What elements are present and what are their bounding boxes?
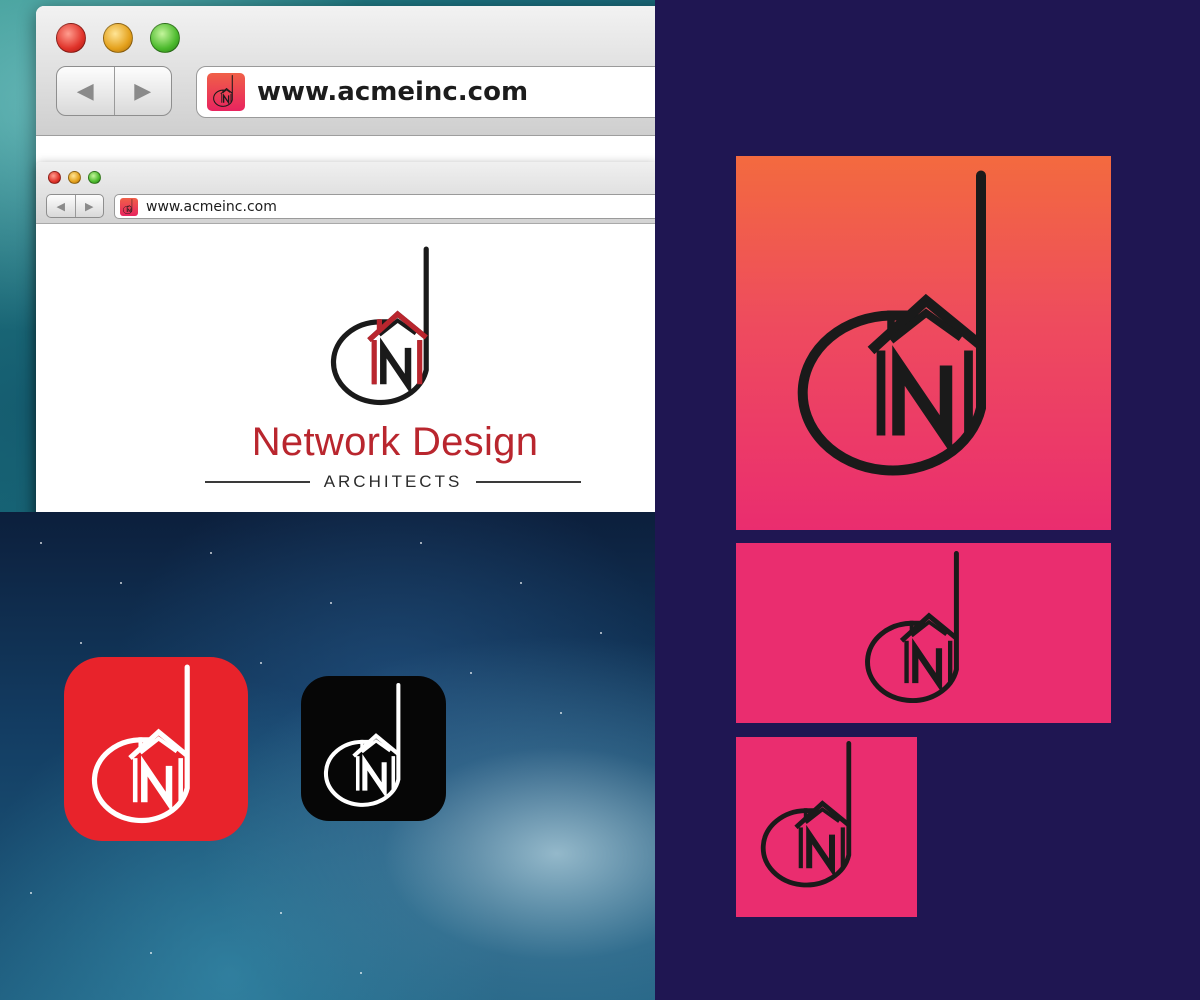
inner-url-text[interactable]: www.acmeinc.com: [146, 199, 277, 215]
inner-browser-toolbar: ◀ ▶ www.acmeinc.com: [36, 162, 655, 224]
inner-forward-arrow-icon[interactable]: ▶: [74, 195, 104, 217]
inner-favicon-icon: [120, 197, 138, 216]
brand-subtitle-text: ARCHITECTS: [323, 472, 463, 491]
url-text[interactable]: www.acmeinc.com: [257, 77, 528, 107]
dn-house-logo-icon: [211, 75, 241, 109]
inner-nav-buttons: ◀ ▶: [46, 194, 104, 218]
back-arrow-icon[interactable]: ◀: [57, 67, 114, 115]
brand-subtitle: ARCHITECTS: [205, 472, 581, 492]
inner-zoom-button[interactable]: [88, 171, 101, 184]
inner-close-button[interactable]: [48, 171, 61, 184]
inner-address-bar[interactable]: www.acmeinc.com: [114, 194, 655, 219]
dn-house-logo-icon: [91, 664, 221, 834]
medium-pink-card: [736, 543, 1111, 723]
close-button[interactable]: [56, 23, 86, 53]
brand-name: Network Design: [251, 420, 539, 464]
dn-house-logo-icon: [330, 246, 460, 416]
black-app-icon[interactable]: [301, 676, 446, 821]
red-app-icon[interactable]: [64, 657, 248, 841]
dn-house-logo-icon: [323, 683, 425, 815]
inner-back-arrow-icon[interactable]: ◀: [47, 195, 75, 217]
ocean-background: ◀ ▶ www.acmeinc.com ◀ ▶ www.acmeinc.com …: [0, 0, 655, 512]
forward-arrow-icon[interactable]: ▶: [113, 67, 172, 115]
minimize-button[interactable]: [103, 23, 133, 53]
nav-buttons: ◀ ▶: [56, 66, 172, 116]
dn-house-logo-icon: [122, 199, 136, 215]
inner-minimize-button[interactable]: [68, 171, 81, 184]
small-pink-card: [736, 737, 917, 917]
zoom-button[interactable]: [150, 23, 180, 53]
favicon-icon: [207, 73, 245, 111]
divider: [205, 481, 310, 483]
address-bar[interactable]: www.acmeinc.com: [196, 66, 655, 118]
dn-house-logo-icon: [796, 170, 1046, 496]
dn-house-logo-icon: [760, 741, 880, 897]
browser-toolbar: ◀ ▶ www.acmeinc.com: [36, 6, 655, 136]
divider: [476, 481, 581, 483]
dn-house-logo-icon: [864, 551, 989, 713]
large-gradient-card: [736, 156, 1111, 530]
